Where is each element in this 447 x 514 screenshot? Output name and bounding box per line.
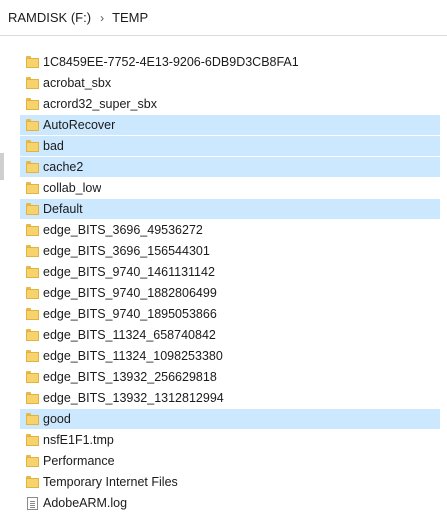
file-name: acrobat_sbx <box>43 76 112 90</box>
folder-icon <box>26 56 39 68</box>
file-name: 1C8459EE-7752-4E13-9206-6DB9D3CB8FA1 <box>43 55 299 69</box>
folder-row[interactable]: bad <box>20 136 440 156</box>
folder-row[interactable]: Default <box>20 199 440 219</box>
file-name: Default <box>43 202 83 216</box>
folder-icon <box>26 350 39 362</box>
folder-row[interactable]: edge_BITS_3696_49536272 <box>20 220 440 240</box>
folder-row[interactable]: AutoRecover <box>20 115 440 135</box>
file-name: cache2 <box>43 160 84 174</box>
folder-icon <box>26 287 39 299</box>
file-name: edge_BITS_9740_1895053866 <box>43 307 217 321</box>
folder-row[interactable]: edge_BITS_13932_1312812994 <box>20 388 440 408</box>
folder-row[interactable]: edge_BITS_11324_1098253380 <box>20 346 440 366</box>
folder-icon <box>26 119 39 131</box>
breadcrumb-folder[interactable]: TEMP <box>112 10 148 25</box>
folder-row[interactable]: acrord32_super_sbx <box>20 94 440 114</box>
breadcrumb: RAMDISK (F:) › TEMP <box>0 0 447 36</box>
file-name: nsfE1F1.tmp <box>43 433 114 447</box>
folder-row[interactable]: nsfE1F1.tmp <box>20 430 440 450</box>
file-name: edge_BITS_9740_1461131142 <box>43 265 215 279</box>
file-name: AdobeARM.log <box>43 496 128 510</box>
file-name: Performance <box>43 454 115 468</box>
file-name: edge_BITS_13932_256629818 <box>43 370 217 384</box>
folder-icon <box>26 413 39 425</box>
folder-icon <box>26 266 39 278</box>
file-name: acrord32_super_sbx <box>43 97 157 111</box>
file-name: edge_BITS_11324_1098253380 <box>43 349 223 363</box>
folder-icon <box>26 434 39 446</box>
folder-row[interactable]: edge_BITS_13932_256629818 <box>20 367 440 387</box>
folder-icon <box>26 455 39 467</box>
file-name: good <box>43 412 71 426</box>
folder-row[interactable]: edge_BITS_9740_1461131142 <box>20 262 440 282</box>
file-name: Temporary Internet Files <box>43 475 178 489</box>
folder-row[interactable]: acrobat_sbx <box>20 73 440 93</box>
log-file-icon <box>27 496 38 510</box>
folder-icon <box>26 329 39 341</box>
folder-row[interactable]: Temporary Internet Files <box>20 472 440 492</box>
file-name: AutoRecover <box>43 118 116 132</box>
file-name: edge_BITS_13932_1312812994 <box>43 391 224 405</box>
folder-icon <box>26 392 39 404</box>
folder-icon <box>26 203 39 215</box>
file-name: bad <box>43 139 64 153</box>
folder-row[interactable]: 1C8459EE-7752-4E13-9206-6DB9D3CB8FA1 <box>20 52 440 72</box>
folder-icon <box>26 182 39 194</box>
file-explorer-window: RAMDISK (F:) › TEMP 1C8459EE-7752-4E13-9… <box>0 0 447 514</box>
folder-row[interactable]: Performance <box>20 451 440 471</box>
folder-row[interactable]: collab_low <box>20 178 440 198</box>
folder-icon <box>26 140 39 152</box>
file-name: edge_BITS_9740_1882806499 <box>43 286 217 300</box>
navigation-pane-edge[interactable] <box>0 153 4 180</box>
folder-icon <box>26 308 39 320</box>
folder-icon <box>26 161 39 173</box>
folder-row[interactable]: edge_BITS_9740_1895053866 <box>20 304 440 324</box>
folder-row[interactable]: edge_BITS_3696_156544301 <box>20 241 440 261</box>
file-name: edge_BITS_3696_156544301 <box>43 244 210 258</box>
folder-icon <box>26 476 39 488</box>
file-name: edge_BITS_3696_49536272 <box>43 223 203 237</box>
folder-row[interactable]: edge_BITS_9740_1882806499 <box>20 283 440 303</box>
folder-icon <box>26 98 39 110</box>
folder-icon <box>26 245 39 257</box>
file-name: collab_low <box>43 181 102 195</box>
folder-row[interactable]: cache2 <box>20 157 440 177</box>
folder-row[interactable]: good <box>20 409 440 429</box>
file-name: edge_BITS_11324_658740842 <box>43 328 216 342</box>
folder-icon <box>26 224 39 236</box>
folder-row[interactable]: edge_BITS_11324_658740842 <box>20 325 440 345</box>
breadcrumb-drive[interactable]: RAMDISK (F:) <box>8 10 91 25</box>
folder-icon <box>26 371 39 383</box>
breadcrumb-separator-icon[interactable]: › <box>100 11 104 25</box>
folder-icon <box>26 77 39 89</box>
file-list: 1C8459EE-7752-4E13-9206-6DB9D3CB8FA1 acro… <box>20 52 440 514</box>
file-row[interactable]: AdobeARM.log <box>20 493 440 513</box>
